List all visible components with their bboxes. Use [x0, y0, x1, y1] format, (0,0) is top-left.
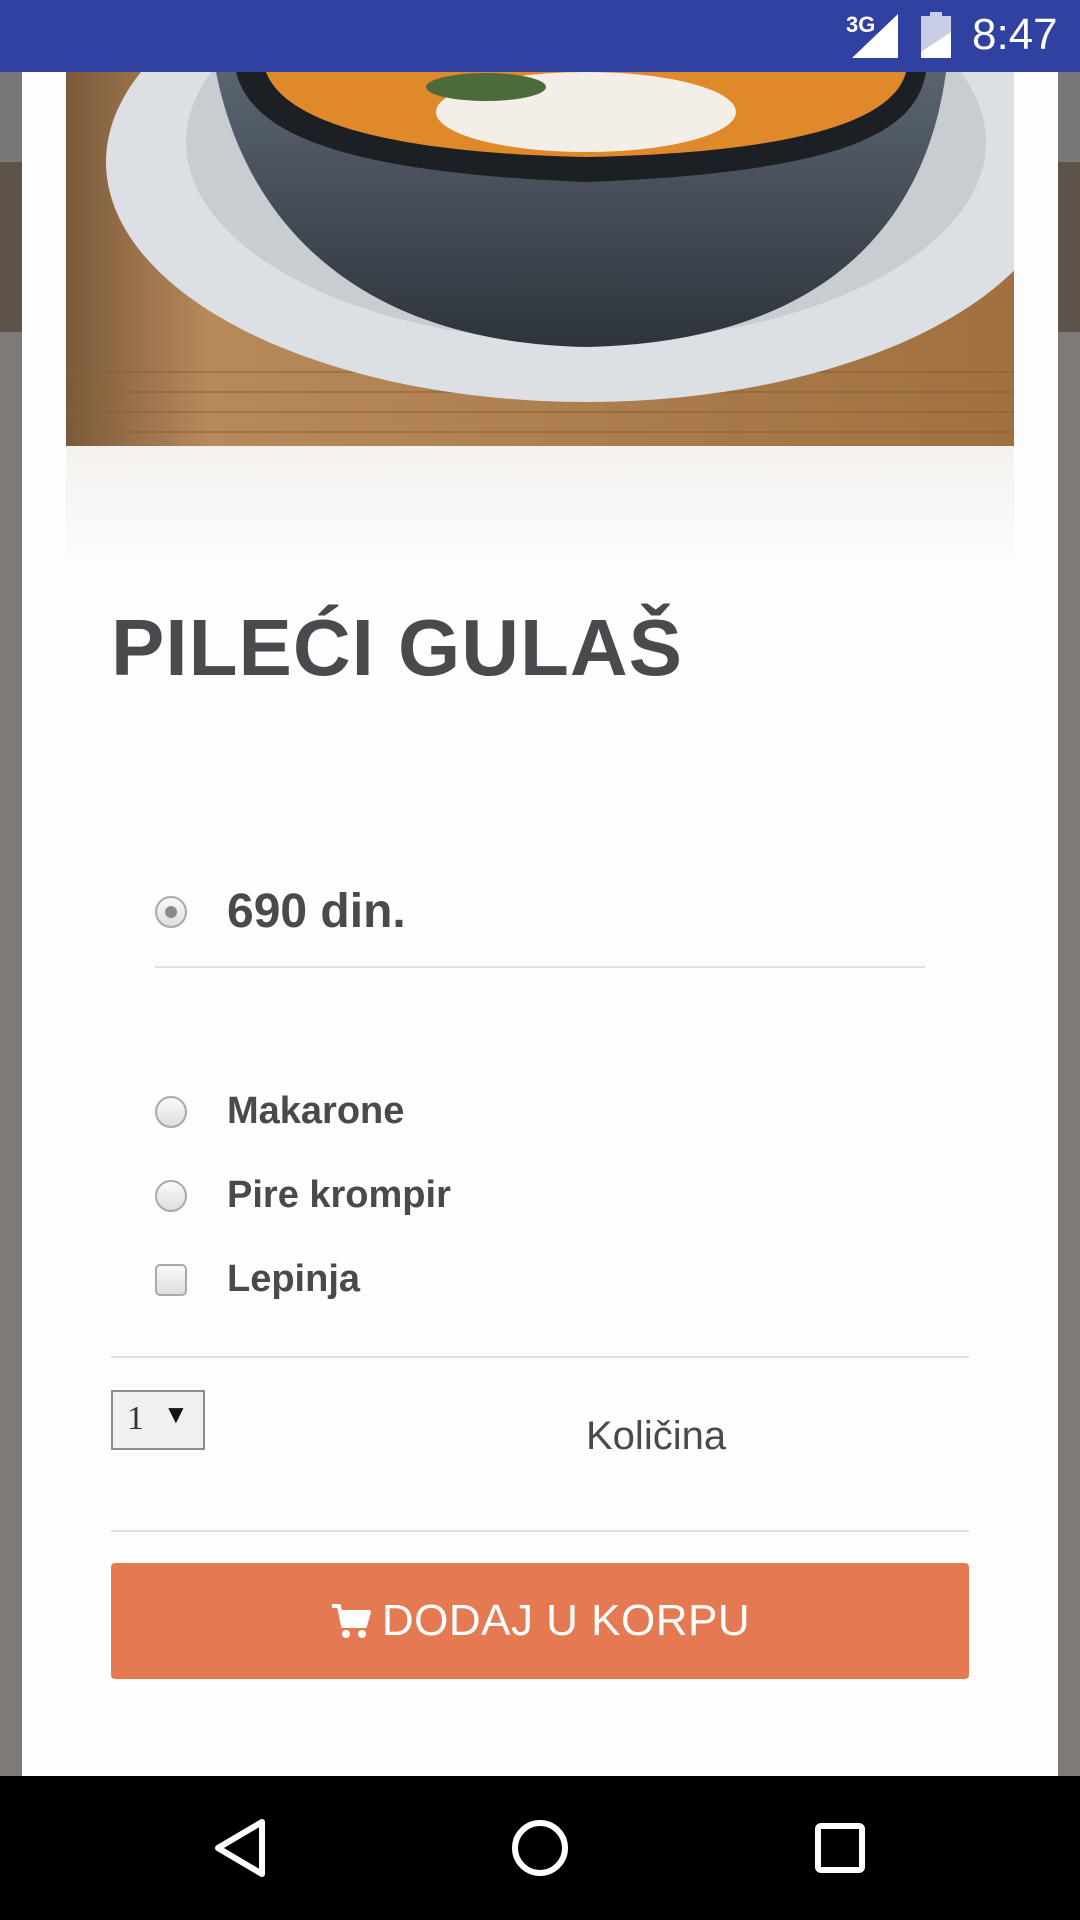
- navigation-bar: [0, 1776, 1080, 1920]
- home-icon[interactable]: [504, 1812, 576, 1884]
- options-divider: [155, 966, 925, 968]
- back-icon[interactable]: [204, 1812, 276, 1884]
- signal-icon: [852, 14, 898, 58]
- image-shadow: [66, 446, 1014, 566]
- price-option[interactable]: 690 din.: [155, 884, 406, 939]
- side-option-label: Pire krompir: [227, 1174, 451, 1216]
- side-option-pire[interactable]: Pire krompir: [155, 1174, 451, 1217]
- clock: 8:47: [972, 10, 1058, 59]
- quantity-divider-bottom: [111, 1530, 969, 1532]
- dropdown-arrow-icon: ▼: [163, 1400, 189, 1429]
- side-option-makarone[interactable]: Makarone: [155, 1090, 404, 1133]
- product-title: PILEĆI GULAŠ: [111, 603, 684, 692]
- quantity-divider-top: [111, 1356, 969, 1358]
- status-bar: 3G 8:47: [0, 0, 1080, 72]
- side-option-label: Lepinja: [227, 1258, 361, 1300]
- quantity-value: 1: [127, 1400, 144, 1437]
- battery-icon: [921, 12, 951, 58]
- product-modal: PILEĆI GULAŠ 690 din. Makarone Pire krom…: [22, 72, 1058, 1776]
- add-to-cart-button[interactable]: DODAJ U KORPU: [111, 1563, 969, 1679]
- pire-krompir-radio[interactable]: [155, 1179, 187, 1212]
- price-radio[interactable]: [155, 895, 187, 928]
- quantity-label: Količina: [586, 1414, 727, 1458]
- add-to-cart-label: DODAJ U KORPU: [381, 1596, 751, 1645]
- price-label: 690 din.: [227, 885, 406, 938]
- recents-icon[interactable]: [804, 1812, 876, 1884]
- side-option-lepinja[interactable]: Lepinja: [155, 1258, 360, 1301]
- makarone-radio[interactable]: [155, 1095, 187, 1128]
- quantity-select[interactable]: 1 ▼: [111, 1390, 205, 1450]
- cart-icon: [331, 1604, 371, 1638]
- product-image: [66, 72, 1014, 446]
- lepinja-checkbox[interactable]: [155, 1263, 187, 1296]
- side-option-label: Makarone: [227, 1090, 405, 1132]
